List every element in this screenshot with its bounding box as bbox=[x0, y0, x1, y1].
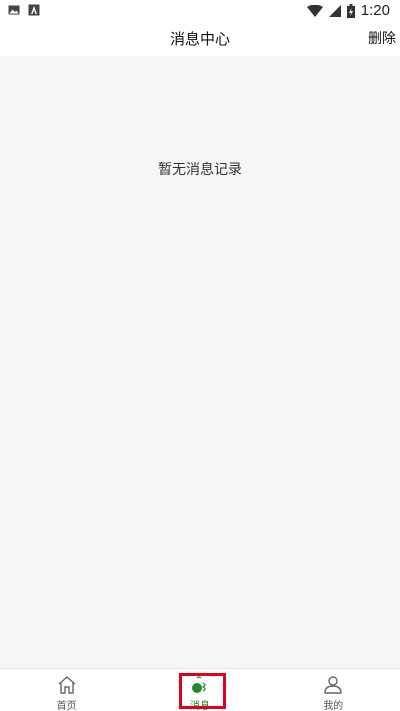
signal-icon bbox=[328, 4, 341, 17]
bottom-nav: 首页 消息 我的 bbox=[0, 668, 400, 711]
image-icon bbox=[8, 5, 20, 15]
wifi-icon bbox=[306, 4, 323, 17]
status-bar: 1:20 bbox=[0, 0, 400, 22]
status-time: 1:20 bbox=[360, 2, 390, 19]
page-title: 消息中心 bbox=[169, 30, 230, 48]
delete-button[interactable]: 删除 bbox=[368, 28, 396, 48]
home-icon bbox=[58, 676, 76, 694]
app-icon bbox=[28, 4, 40, 16]
nav-item-profile[interactable]: 我的 bbox=[267, 669, 400, 711]
message-icon bbox=[191, 676, 206, 693]
battery-icon bbox=[346, 3, 355, 18]
status-left-icons bbox=[8, 4, 40, 16]
nav-label-messages: 消息 bbox=[189, 701, 210, 711]
status-right: 1:20 bbox=[306, 2, 390, 19]
nav-item-home[interactable]: 首页 bbox=[0, 669, 133, 711]
nav-item-messages[interactable]: 消息 bbox=[133, 669, 266, 711]
message-list-area: 暂无消息记录 bbox=[0, 56, 400, 668]
nav-label-profile: 我的 bbox=[323, 701, 344, 711]
profile-icon bbox=[324, 676, 343, 694]
screen: 1:20 消息中心 删除 暂无消息记录 首页 消息 我的 bbox=[0, 0, 400, 711]
empty-state-text: 暂无消息记录 bbox=[158, 162, 242, 178]
app-header: 消息中心 删除 bbox=[0, 22, 400, 56]
nav-label-home: 首页 bbox=[56, 701, 77, 711]
